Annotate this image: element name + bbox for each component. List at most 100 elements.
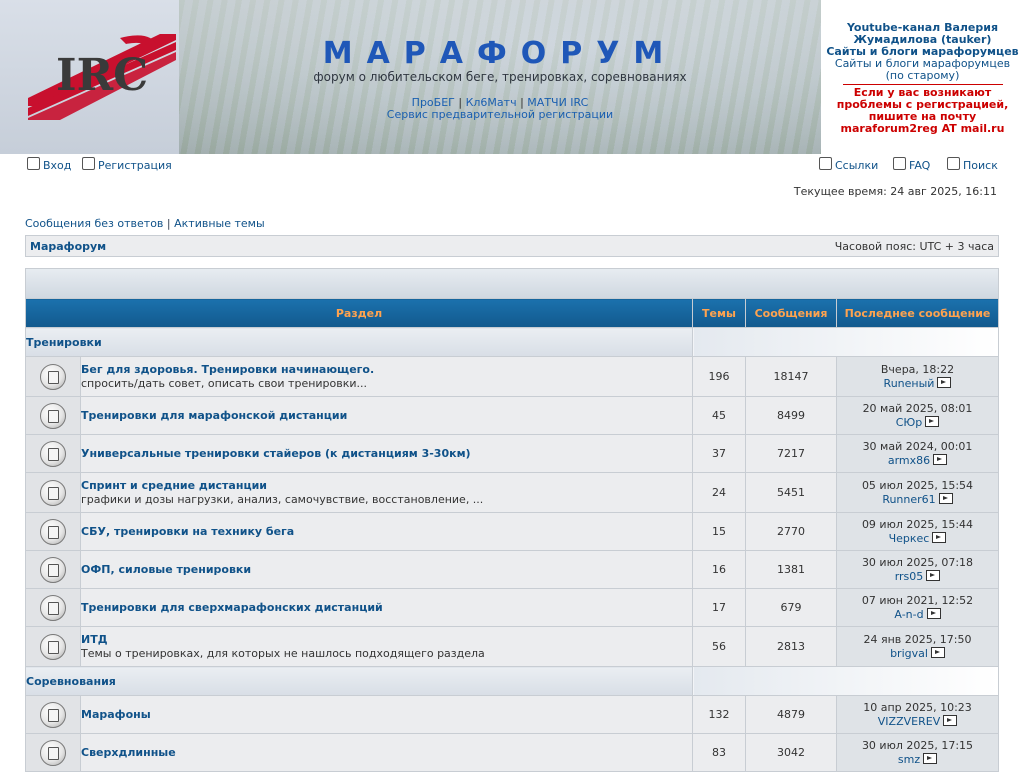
active-topics-link[interactable]: Активные темы <box>174 217 265 230</box>
forum-row: СБУ, тренировки на технику бега 15 2770 09 … <box>25 512 999 551</box>
category-name[interactable]: Тренировки <box>25 327 693 357</box>
quick-links: Сообщения без ответов | Активные темы <box>25 217 265 230</box>
forum-topics-count: 45 <box>692 396 746 435</box>
view-latest-post-icon[interactable] <box>930 646 945 658</box>
forum-read-icon <box>40 363 66 390</box>
forum-last-post: Вчера, 18:22 Runeный <box>836 356 999 397</box>
last-post-user-link[interactable]: Runner61 <box>882 493 935 506</box>
forum-posts-count: 2813 <box>745 626 837 667</box>
forum-row: ОФП, силовые тренировки 16 1381 30 июл 2025… <box>25 550 999 589</box>
last-post-user-link[interactable]: Runeный <box>884 377 935 390</box>
forum-topics-count: 196 <box>692 356 746 397</box>
forum-title-link[interactable]: СБУ, тренировки на технику бега <box>81 525 692 538</box>
category-row-fill <box>692 666 999 696</box>
last-post-user-link[interactable]: rrs05 <box>895 570 924 583</box>
register-link[interactable]: Регистрация <box>82 157 172 172</box>
view-latest-post-icon[interactable] <box>932 531 947 543</box>
forum-last-post: 07 июн 2021, 12:52 A-n-d <box>836 588 999 627</box>
blogs-old-link[interactable]: Сайты и блоги марафорумцев (по старому) <box>821 58 1024 82</box>
forum-title-link[interactable]: ИТД <box>81 633 692 646</box>
irc-logo[interactable]: IRC <box>0 0 179 154</box>
view-latest-post-icon[interactable] <box>925 415 940 427</box>
forum-topics-count: 16 <box>692 550 746 589</box>
last-post-user-link[interactable]: brigval <box>890 647 928 660</box>
faq-link[interactable]: FAQ <box>893 157 930 172</box>
forum-title-link[interactable]: ОФП, силовые тренировки <box>81 563 692 576</box>
view-latest-post-icon[interactable] <box>926 607 941 619</box>
breadcrumb-home[interactable]: Марафорум <box>30 240 106 253</box>
view-latest-post-icon[interactable] <box>923 752 938 764</box>
last-post-user-link[interactable]: armx86 <box>888 454 930 467</box>
forum-status-icon-cell <box>25 588 81 627</box>
forum-read-icon <box>40 518 66 545</box>
search-icon <box>947 157 960 170</box>
last-post-date: 10 апр 2025, 10:23 <box>863 700 972 714</box>
breadcrumb: Марафорум Часовой пояс: UTC + 3 часа <box>25 235 999 257</box>
registration-notice: Если у вас возникают проблемы с регистра… <box>821 87 1024 135</box>
forum-title-cell: СБУ, тренировки на технику бега <box>80 512 693 551</box>
site-title[interactable]: МАРАФОРУМ <box>179 36 821 71</box>
forum-row: Марафоны 132 4879 10 апр 2025, 10:23 VIZZVER… <box>25 695 999 734</box>
links-icon <box>819 157 832 170</box>
svg-text:IRC: IRC <box>56 50 148 101</box>
links-link[interactable]: Ссылки <box>819 157 878 172</box>
forum-title-link[interactable]: Бег для здоровья. Тренировки начинающего… <box>81 363 692 376</box>
forum-read-icon <box>40 479 66 506</box>
side-divider <box>842 84 1003 85</box>
last-post-date: Вчера, 18:22 <box>880 362 955 376</box>
link-preregistration[interactable]: Сервис предварительной регистрации <box>387 108 613 121</box>
last-post-date: 09 июл 2025, 15:44 <box>861 517 974 531</box>
col-last-post-header: Последнее сообщение <box>836 298 999 328</box>
forum-description: Темы о тренировках, для которых не нашло… <box>81 647 485 660</box>
forum-title-link[interactable]: Универсальные тренировки стайеров (к дис… <box>81 447 692 460</box>
forum-posts-count: 4879 <box>745 695 837 734</box>
view-latest-post-icon[interactable] <box>937 376 952 388</box>
forum-last-post: 24 янв 2025, 17:50 brigval <box>836 626 999 667</box>
quick-links-separator: | <box>166 217 171 230</box>
login-link[interactable]: Вход <box>27 157 71 172</box>
forum-posts-count: 3042 <box>745 733 837 772</box>
unanswered-posts-link[interactable]: Сообщения без ответов <box>25 217 163 230</box>
last-post-user-link[interactable]: Черкес <box>889 532 930 545</box>
forum-title-link[interactable]: Тренировки для марафонской дистанции <box>81 409 692 422</box>
category-name[interactable]: Соревнования <box>25 666 693 696</box>
forum-topics-count: 37 <box>692 434 746 473</box>
forum-row: Универсальные тренировки стайеров (к дис… <box>25 434 999 473</box>
category-row: Соревнования <box>25 666 999 696</box>
forum-posts-count: 8499 <box>745 396 837 435</box>
forum-title-link[interactable]: Марафоны <box>81 708 692 721</box>
login-label: Вход <box>43 159 72 172</box>
faq-icon <box>893 157 906 170</box>
forum-read-icon <box>40 556 66 583</box>
last-post-user-link[interactable]: smz <box>898 753 920 766</box>
forum-title-link[interactable]: Тренировки для сверхмарафонских дистанци… <box>81 601 692 614</box>
forum-topics-count: 132 <box>692 695 746 734</box>
forum-status-icon-cell <box>25 356 81 397</box>
forum-posts-count: 2770 <box>745 512 837 551</box>
forum-last-post: 30 июл 2025, 17:15 smz <box>836 733 999 772</box>
youtube-link[interactable]: Youtube-канал Валерия Жумадилова (tauker… <box>821 22 1024 46</box>
forum-read-icon <box>40 633 66 660</box>
view-latest-post-icon[interactable] <box>926 569 941 581</box>
login-icon <box>27 157 40 170</box>
forum-title-cell: ИТД Темы о тренировках, для которых не на… <box>80 626 693 667</box>
forum-description: графики и дозы нагрузки, анализ, самочув… <box>81 493 484 506</box>
current-time: Текущее время: 24 авг 2025, 16:11 <box>793 185 997 198</box>
forum-title-link[interactable]: Сверхдлинные <box>81 746 692 759</box>
search-link[interactable]: Поиск <box>947 157 998 172</box>
view-latest-post-icon[interactable] <box>933 453 948 465</box>
forum-title-link[interactable]: Спринт и средние дистанции <box>81 479 692 492</box>
forum-read-icon <box>40 739 66 766</box>
category-row: Тренировки <box>25 327 999 357</box>
view-latest-post-icon[interactable] <box>938 492 953 504</box>
last-post-date: 30 июл 2025, 07:18 <box>861 555 974 569</box>
site-header: IRC МАРАФОРУМ форум о любительском беге,… <box>0 0 1024 154</box>
last-post-user-link[interactable]: СЮр <box>896 416 923 429</box>
last-post-user-link[interactable]: VIZZVEREV <box>878 715 940 728</box>
forum-title-cell: Спринт и средние дистанции графики и дозы… <box>80 472 693 513</box>
forum-read-icon <box>40 701 66 728</box>
last-post-user-link[interactable]: A-n-d <box>894 608 923 621</box>
side-info-box: Youtube-канал Валерия Жумадилова (tauker… <box>821 0 1024 154</box>
forum-read-icon <box>40 440 66 467</box>
view-latest-post-icon[interactable] <box>943 714 958 726</box>
